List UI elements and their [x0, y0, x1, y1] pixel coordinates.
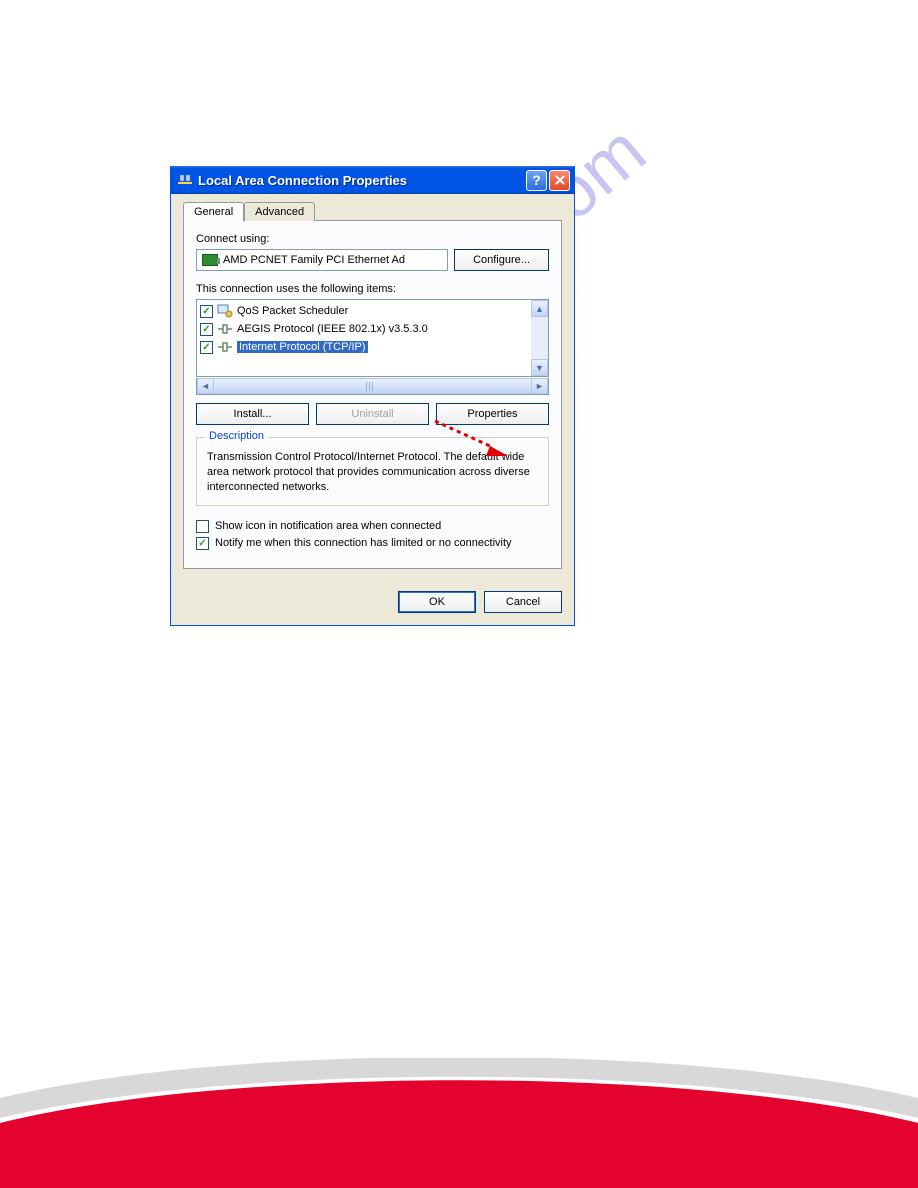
- tab-panel-general: Connect using: AMD PCNET Family PCI Ethe…: [183, 220, 562, 569]
- adapter-field[interactable]: AMD PCNET Family PCI Ethernet Ad: [196, 249, 448, 271]
- tab-strip: General Advanced: [183, 202, 562, 221]
- items-label: This connection uses the following items…: [196, 283, 549, 295]
- scroll-left-icon[interactable]: ◄: [197, 378, 214, 394]
- dialog-footer: OK Cancel: [171, 581, 574, 625]
- network-icon: [177, 172, 193, 188]
- cancel-button[interactable]: Cancel: [484, 591, 562, 613]
- checkbox-icon[interactable]: ✓: [200, 305, 213, 318]
- horizontal-scrollbar[interactable]: ◄ ►: [196, 378, 549, 395]
- uninstall-button: Uninstall: [316, 403, 429, 425]
- install-button[interactable]: Install...: [196, 403, 309, 425]
- close-button[interactable]: [549, 170, 570, 191]
- checkbox-icon[interactable]: ✓: [200, 323, 213, 336]
- adapter-name: AMD PCNET Family PCI Ethernet Ad: [223, 254, 405, 266]
- scroll-down-icon[interactable]: ▼: [531, 359, 548, 376]
- notify-label: Notify me when this connection has limit…: [215, 537, 512, 549]
- list-item-label: QoS Packet Scheduler: [237, 305, 348, 317]
- list-item-label: Internet Protocol (TCP/IP): [237, 341, 368, 353]
- connection-properties-dialog: Local Area Connection Properties ? Gener…: [170, 166, 575, 626]
- protocol-icon: [217, 340, 233, 354]
- dialog-title: Local Area Connection Properties: [198, 173, 526, 188]
- checkbox-icon[interactable]: ✓: [196, 520, 209, 533]
- show-icon-label: Show icon in notification area when conn…: [215, 520, 441, 532]
- description-text: Transmission Control Protocol/Internet P…: [207, 450, 538, 495]
- properties-button[interactable]: Properties: [436, 403, 549, 425]
- checkbox-icon[interactable]: ✓: [200, 341, 213, 354]
- configure-button[interactable]: Configure...: [454, 249, 549, 271]
- scroll-up-icon[interactable]: ▲: [531, 300, 548, 317]
- connect-using-label: Connect using:: [196, 233, 549, 245]
- items-listbox[interactable]: ✓ QoS Packet Scheduler ✓ AEGIS Protocol …: [196, 299, 549, 377]
- scroll-right-icon[interactable]: ►: [531, 378, 548, 394]
- service-icon: [217, 304, 233, 318]
- notify-checkbox-row[interactable]: ✓ Notify me when this connection has lim…: [196, 537, 549, 550]
- description-title: Description: [205, 430, 268, 442]
- vertical-scrollbar[interactable]: ▲ ▼: [531, 300, 548, 376]
- tab-general[interactable]: General: [183, 202, 244, 222]
- ok-button[interactable]: OK: [398, 591, 476, 613]
- list-item-label: AEGIS Protocol (IEEE 802.1x) v3.5.3.0: [237, 323, 428, 335]
- page-footer-decoration: [0, 1058, 918, 1188]
- description-group: Description Transmission Control Protoco…: [196, 437, 549, 506]
- protocol-icon: [217, 322, 233, 336]
- help-button[interactable]: ?: [526, 170, 547, 191]
- checkbox-icon[interactable]: ✓: [196, 537, 209, 550]
- tab-advanced[interactable]: Advanced: [244, 202, 315, 221]
- scrollbar-thumb[interactable]: [214, 378, 531, 394]
- list-item[interactable]: ✓ Internet Protocol (TCP/IP): [197, 338, 531, 356]
- adapter-icon: [202, 254, 218, 266]
- show-icon-checkbox-row[interactable]: ✓ Show icon in notification area when co…: [196, 520, 549, 533]
- scrollbar-track[interactable]: [531, 317, 548, 359]
- list-item[interactable]: ✓ QoS Packet Scheduler: [197, 302, 531, 320]
- titlebar[interactable]: Local Area Connection Properties ?: [171, 166, 574, 194]
- list-item[interactable]: ✓ AEGIS Protocol (IEEE 802.1x) v3.5.3.0: [197, 320, 531, 338]
